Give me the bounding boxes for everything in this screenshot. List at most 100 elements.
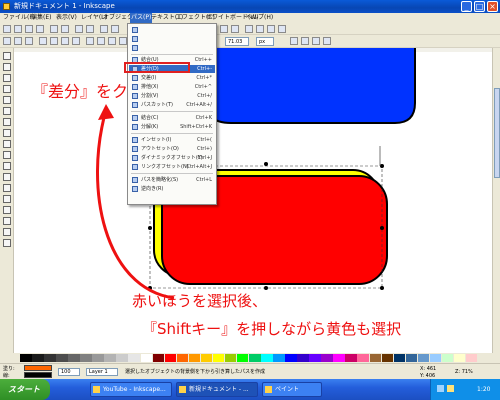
palette-swatch[interactable]	[212, 354, 225, 362]
menu-help[interactable]: ヘルプ(H)	[245, 13, 274, 23]
menu-item-dynamic-offset[interactable]: ダイナミックオフセット(Y) Ctrl+J	[129, 154, 215, 162]
star-tool-icon[interactable]	[3, 129, 11, 137]
vertical-scroll-thumb[interactable]	[494, 88, 500, 178]
zoom-tool-icon[interactable]	[3, 85, 11, 93]
fill-stroke-icon[interactable]	[245, 25, 253, 33]
vertical-scrollbar[interactable]	[492, 48, 500, 353]
box3d-tool-icon[interactable]	[3, 107, 11, 115]
palette-swatch[interactable]	[297, 354, 309, 362]
palette-swatch[interactable]	[417, 354, 430, 362]
rotate-cw-icon[interactable]	[50, 37, 58, 45]
menu-path[interactable]: パス(P)	[130, 13, 153, 23]
palette-swatch[interactable]	[44, 354, 56, 362]
palette-swatch[interactable]	[273, 354, 285, 362]
palette-swatch[interactable]	[164, 354, 177, 362]
menu-item-trace-bitmap[interactable]	[129, 44, 215, 52]
menu-item-outset[interactable]: アウトセット(O) Ctrl+)	[129, 145, 215, 153]
undo-icon[interactable]	[75, 25, 83, 33]
menu-item-intersection[interactable]: 交差(I) Ctrl+*	[129, 74, 215, 82]
eraser-tool-icon[interactable]	[3, 206, 11, 214]
pen-tool-icon[interactable]	[3, 162, 11, 170]
save-icon[interactable]	[25, 25, 33, 33]
palette-swatch[interactable]	[261, 354, 273, 362]
palette-swatch[interactable]	[429, 354, 442, 362]
palette-swatch[interactable]	[333, 354, 345, 362]
deselect-icon[interactable]	[25, 37, 33, 45]
palette-swatch[interactable]	[176, 354, 189, 362]
text-font-icon[interactable]	[256, 25, 264, 33]
import-icon[interactable]	[50, 25, 58, 33]
menu-item-object-to-path[interactable]	[129, 26, 215, 34]
start-button[interactable]: スタート	[0, 379, 50, 400]
network-icon[interactable]	[437, 385, 444, 392]
task-browser[interactable]: YouTube - Inkscape...	[90, 382, 172, 397]
move-gradients-icon[interactable]	[312, 37, 320, 45]
palette-swatch[interactable]	[92, 354, 104, 362]
align-icon[interactable]	[278, 25, 286, 33]
palette-swatch[interactable]	[369, 354, 382, 362]
blue-rounded-rect[interactable]	[203, 48, 416, 124]
spiral-tool-icon[interactable]	[3, 140, 11, 148]
units-select[interactable]: px	[256, 37, 274, 46]
layer-select[interactable]: Layer 1	[86, 368, 118, 376]
palette-swatch[interactable]	[32, 354, 44, 362]
select-all-icon[interactable]	[3, 37, 11, 45]
palette-swatch[interactable]	[200, 354, 213, 362]
menu-item-break-apart[interactable]: 分解(K) Shift+Ctrl+K	[129, 123, 215, 131]
palette-swatch[interactable]	[381, 354, 394, 362]
maximize-button[interactable]: □	[474, 1, 485, 12]
palette-swatch[interactable]	[345, 354, 357, 362]
menu-item-stroke-to-path[interactable]	[129, 35, 215, 43]
volume-icon[interactable]	[447, 385, 454, 392]
palette-swatch[interactable]	[393, 354, 406, 362]
palette-swatch[interactable]	[152, 354, 165, 362]
palette-swatch[interactable]	[236, 354, 249, 362]
move-patterns-icon[interactable]	[323, 37, 331, 45]
palette-swatch[interactable]	[465, 354, 478, 362]
menu-item-division[interactable]: 分割(V) Ctrl+/	[129, 92, 215, 100]
flip-vertical-icon[interactable]	[72, 37, 80, 45]
menu-edit[interactable]: 編集(E)	[30, 13, 52, 23]
bucket-tool-icon[interactable]	[3, 217, 11, 225]
palette-swatch[interactable]	[20, 354, 32, 362]
menu-item-cut-path[interactable]: パスカット(T) Ctrl+Alt+/	[129, 101, 215, 109]
palette-swatch[interactable]	[453, 354, 466, 362]
task-paint[interactable]: ペイント	[262, 382, 322, 397]
spray-tool-icon[interactable]	[3, 195, 11, 203]
opacity-field[interactable]: 100	[58, 368, 80, 376]
drawing-canvas[interactable]: 『差分』をクリック 赤いほうを選択後、 『Shiftキー』を押しながら黄色も選択	[14, 48, 492, 353]
palette-swatch[interactable]	[128, 354, 141, 362]
zoom-fit-icon[interactable]	[220, 25, 228, 33]
selector-tool-icon[interactable]	[3, 52, 11, 60]
tweak-tool-icon[interactable]	[3, 74, 11, 82]
export-icon[interactable]	[61, 25, 69, 33]
redo-icon[interactable]	[86, 25, 94, 33]
menu-item-inset[interactable]: インセット(I) Ctrl+(	[129, 136, 215, 144]
palette-swatch[interactable]	[116, 354, 128, 362]
palette-swatch[interactable]	[405, 354, 418, 362]
palette-swatch[interactable]	[309, 354, 321, 362]
dropper-tool-icon[interactable]	[3, 239, 11, 247]
palette-swatch[interactable]	[249, 354, 261, 362]
ellipse-tool-icon[interactable]	[3, 118, 11, 126]
scale-stroke-icon[interactable]	[290, 37, 298, 45]
menu-item-linked-offset[interactable]: リンクオフセット(N) Ctrl+Alt+J	[129, 163, 215, 171]
palette-swatch[interactable]	[104, 354, 116, 362]
palette-swatch[interactable]	[56, 354, 68, 362]
print-icon[interactable]	[36, 25, 44, 33]
task-inkscape[interactable]: 新規ドキュメント - ...	[176, 382, 258, 397]
menu-item-combine[interactable]: 結合(C) Ctrl+K	[129, 114, 215, 122]
zoom-drawing-icon[interactable]	[231, 25, 239, 33]
palette-swatch[interactable]	[80, 354, 92, 362]
menu-item-simplify[interactable]: パスを簡略化(S) Ctrl+L	[129, 176, 215, 184]
palette-swatch[interactable]	[224, 354, 237, 362]
copy-icon[interactable]	[100, 25, 108, 33]
palette-swatch[interactable]	[441, 354, 454, 362]
palette-swatch[interactable]	[357, 354, 370, 362]
raise-icon[interactable]	[97, 37, 105, 45]
flip-horizontal-icon[interactable]	[61, 37, 69, 45]
menu-item-reverse[interactable]: 逆向き(R)	[129, 185, 215, 193]
node-tool-icon[interactable]	[3, 63, 11, 71]
xml-editor-icon[interactable]	[267, 25, 275, 33]
palette-swatch[interactable]	[140, 354, 153, 362]
